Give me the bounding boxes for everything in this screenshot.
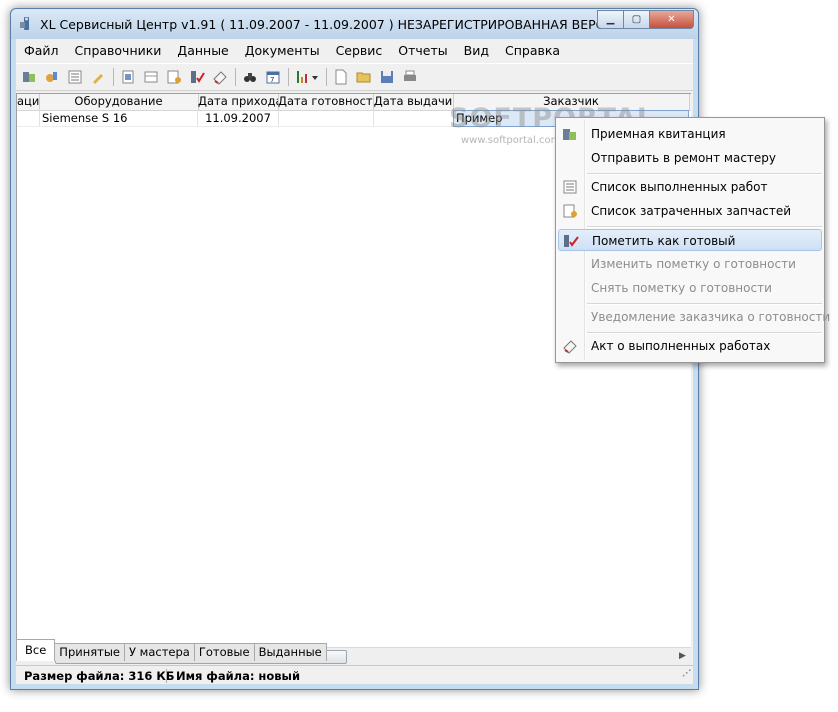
context-item-label: Снять пометку о готовности	[591, 281, 772, 295]
tab-accepted[interactable]: Принятые	[54, 643, 126, 661]
tab-ready[interactable]: Готовые	[193, 643, 255, 661]
menu-documents[interactable]: Документы	[237, 43, 328, 58]
pencil-icon[interactable]	[88, 67, 108, 87]
context-item-label: Акт о выполненных работах	[591, 339, 771, 353]
context-item-label: Пометить как готовый	[592, 234, 736, 248]
save-icon[interactable]	[377, 67, 397, 87]
toolbar-separator	[288, 68, 289, 86]
mark-done-icon	[563, 233, 579, 249]
column-header[interactable]: ация	[17, 94, 40, 110]
tab-strip: Все Принятые У мастера Готовые Выданные	[16, 639, 693, 661]
menu-reports[interactable]: Отчеты	[390, 43, 455, 58]
table-icon[interactable]	[141, 67, 161, 87]
context-item-label: Приемная квитанция	[591, 127, 726, 141]
status-bar: Размер файла: 316 КБ Имя файла: новый ⋰	[16, 665, 693, 686]
parts-icon[interactable]	[164, 67, 184, 87]
cell-arrival-date[interactable]: 11.09.2007	[198, 110, 279, 126]
context-item-label: Список затраченных запчастей	[591, 204, 792, 218]
resize-grip-icon[interactable]: ⋰	[682, 664, 691, 684]
status-file-name: Имя файла: новый	[176, 669, 301, 683]
tab-at-master[interactable]: У мастера	[124, 643, 195, 661]
window-controls: ▁ ▢ ✕	[597, 10, 694, 29]
cell-equipment[interactable]: Siemense S 16	[39, 110, 198, 126]
column-header-ready-date[interactable]: Дата готовности	[278, 94, 374, 110]
doc-icon[interactable]	[118, 67, 138, 87]
menu-view[interactable]: Вид	[456, 43, 497, 58]
context-item-send-to-master[interactable]: Отправить в ремонт мастеру	[558, 147, 822, 169]
menu-help[interactable]: Справка	[497, 43, 568, 58]
new-doc-icon[interactable]	[331, 67, 351, 87]
menu-file[interactable]: Файл	[16, 43, 67, 58]
context-item-receipt[interactable]: Приемная квитанция	[558, 123, 822, 145]
act-icon	[562, 338, 578, 354]
mark-done-icon[interactable]	[187, 67, 207, 87]
window-title: XL Сервисный Центр v1.91 ( 11.09.2007 - …	[40, 17, 623, 32]
toolbar-separator	[326, 68, 327, 86]
context-item-label: Список выполненных работ	[591, 180, 768, 194]
context-item-work-list[interactable]: Список выполненных работ	[558, 176, 822, 198]
status-separator	[166, 669, 167, 683]
context-item-mark-ready[interactable]: Пометить как готовый	[558, 229, 822, 251]
context-item-parts-list[interactable]: Список затраченных запчастей	[558, 200, 822, 222]
open-folder-icon[interactable]	[354, 67, 374, 87]
cell-number[interactable]	[17, 110, 40, 126]
context-separator	[587, 332, 822, 334]
context-menu: Приемная квитанция Отправить в ремонт ма…	[555, 117, 830, 363]
context-separator	[587, 303, 822, 305]
list-icon	[562, 179, 578, 195]
paint-icon[interactable]	[42, 67, 62, 87]
menu-data[interactable]: Данные	[169, 43, 236, 58]
column-header-arrival-date[interactable]: Дата прихода	[198, 94, 279, 110]
menu-bar: Файл Справочники Данные Документы Сервис…	[16, 39, 693, 62]
calendar-icon[interactable]: 7	[263, 67, 283, 87]
context-item-notify-customer[interactable]: Уведомление заказчика о готовности	[558, 306, 830, 328]
cell-issue-date[interactable]	[373, 110, 454, 126]
minimize-button[interactable]: ▁	[597, 10, 624, 29]
parts-icon	[562, 203, 578, 219]
tab-all[interactable]: Все	[16, 639, 56, 661]
act-icon[interactable]	[210, 67, 230, 87]
watermark-url: www.softportal.com	[461, 135, 561, 146]
maximize-button[interactable]: ▢	[624, 10, 650, 29]
app-icon	[20, 17, 29, 30]
toolbar-separator	[113, 68, 114, 86]
context-item-label: Уведомление заказчика о готовности	[591, 310, 831, 324]
column-header-issue-date[interactable]: Дата выдачи	[373, 94, 454, 110]
tab-issued[interactable]: Выданные	[253, 643, 327, 661]
print-icon[interactable]	[400, 67, 420, 87]
cell-ready-date[interactable]	[278, 110, 374, 126]
close-button[interactable]: ✕	[650, 10, 694, 29]
svg-text:7: 7	[270, 76, 274, 84]
context-separator	[587, 226, 822, 228]
binoculars-icon[interactable]	[240, 67, 260, 87]
menu-directories[interactable]: Справочники	[67, 43, 170, 58]
title-bar[interactable]: XL Сервисный Центр v1.91 ( 11.09.2007 - …	[11, 9, 698, 39]
status-file-size: Размер файла: 316 КБ	[24, 669, 175, 683]
context-separator	[587, 173, 822, 175]
receipt-icon	[562, 126, 578, 142]
context-item-label: Отправить в ремонт мастеру	[591, 151, 777, 165]
list-icon[interactable]	[65, 67, 85, 87]
receipt-icon[interactable]	[19, 67, 39, 87]
column-header-equipment[interactable]: Оборудование	[39, 94, 199, 110]
context-item-remove-ready-mark[interactable]: Снять пометку о готовности	[558, 277, 822, 299]
context-item-work-act[interactable]: Акт о выполненных работах	[558, 335, 822, 357]
toolbar-separator	[235, 68, 236, 86]
menu-service[interactable]: Сервис	[328, 43, 391, 58]
context-item-change-ready-mark[interactable]: Изменить пометку о готовности	[558, 253, 822, 275]
context-item-label: Изменить пометку о готовности	[591, 257, 796, 271]
toolbar: 7	[16, 63, 693, 91]
sort-icon[interactable]	[293, 67, 321, 87]
